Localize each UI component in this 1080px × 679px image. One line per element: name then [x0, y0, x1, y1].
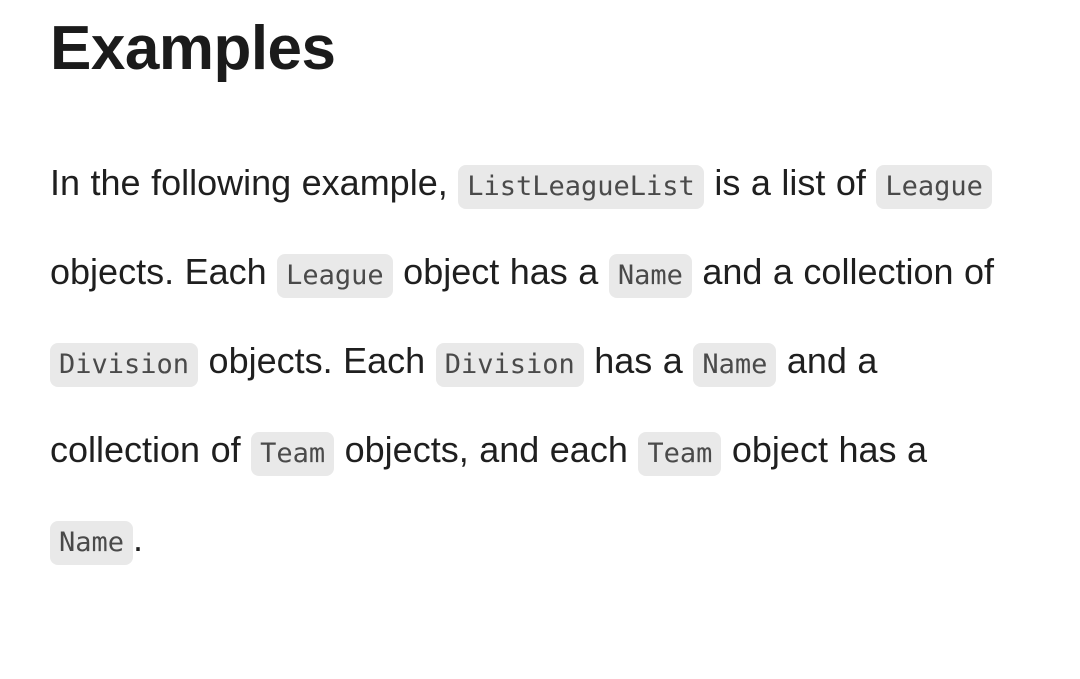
paragraph-text-run: is a list of: [703, 162, 877, 203]
example-description-paragraph: In the following example, ListLeagueList…: [50, 80, 1005, 585]
paragraph-text-run: .: [133, 518, 144, 559]
inline-code-chip: Team: [638, 432, 722, 476]
inline-code-chip: Division: [50, 343, 199, 387]
paragraph-text-run: objects. Each: [50, 251, 278, 292]
paragraph-text-run: objects. Each: [198, 340, 436, 381]
paragraph-text-run: object has a: [721, 429, 928, 470]
inline-code-chip: ListLeagueList: [458, 165, 704, 209]
inline-code-chip: Team: [251, 432, 335, 476]
inline-code-chip: League: [876, 165, 992, 209]
paragraph-text-run: objects, and each: [334, 429, 639, 470]
inline-code-chip: Name: [608, 254, 692, 298]
page-title: Examples: [50, 14, 336, 83]
inline-code-chip: Name: [693, 343, 777, 387]
document-page: Examples In the following example, ListL…: [0, 0, 1080, 679]
paragraph-text-run: object has a: [392, 251, 609, 292]
paragraph-text-run: has a: [583, 340, 694, 381]
paragraph-text-run: and a collection of: [691, 251, 995, 292]
inline-code-chip: Name: [50, 521, 134, 565]
inline-code-chip: Division: [435, 343, 584, 387]
paragraph-text-run: In the following example,: [50, 162, 459, 203]
inline-code-chip: League: [277, 254, 393, 298]
